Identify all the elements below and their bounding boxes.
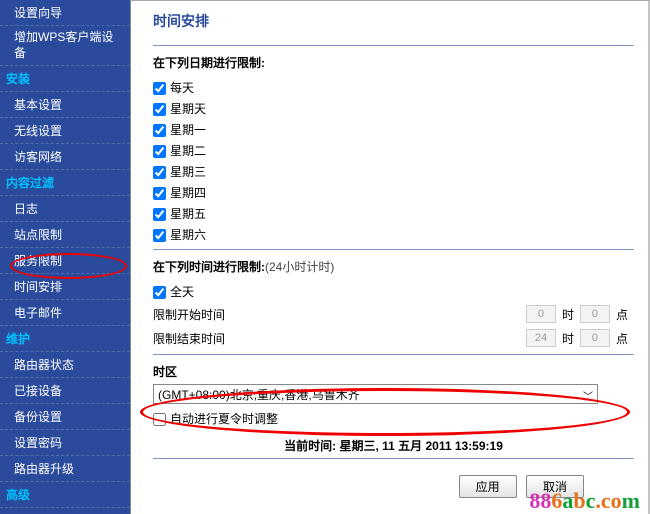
chk-label: 星期五 (170, 207, 206, 221)
chk-label: 星期一 (170, 123, 206, 137)
sidebar-item-schedule[interactable]: 时间安排 (0, 274, 130, 300)
time-section-title: 在下列时间进行限制:(24小时计时) (153, 258, 634, 275)
sidebar-item-wps[interactable]: 增加WPS客户端设备 (0, 26, 130, 66)
hour-suffix: 时 (562, 306, 574, 323)
sidebar-item-attached[interactable]: 已接设备 (0, 378, 130, 404)
chk-label: 星期天 (170, 102, 206, 116)
start-min-input[interactable] (580, 305, 610, 323)
sidebar-item-upgrade[interactable]: 路由器升级 (0, 456, 130, 482)
timezone-select[interactable]: (GMT+08:00)北京,重庆,香港,乌鲁木齐 ﹀ (153, 384, 598, 404)
divider (153, 249, 634, 250)
chk-every-day[interactable] (153, 82, 166, 95)
date-section-title: 在下列日期进行限制: (153, 54, 634, 71)
hour-suffix: 时 (562, 330, 574, 347)
sidebar-section-maint: 维护 (0, 326, 130, 352)
apply-button[interactable]: 应用 (459, 475, 517, 498)
chk-thursday[interactable] (153, 187, 166, 200)
start-time-label: 限制开始时间 (153, 306, 333, 323)
min-suffix: 点 (616, 306, 628, 323)
sidebar-item-block-services[interactable]: 服务限制 (0, 248, 130, 274)
divider (153, 458, 634, 459)
sidebar-item-backup[interactable]: 备份设置 (0, 404, 130, 430)
main-panel: 时间安排 在下列日期进行限制: 每天 星期天 星期一 星期二 星期三 星期四 星… (130, 0, 650, 514)
sidebar-item-block-sites[interactable]: 站点限制 (0, 222, 130, 248)
chk-saturday[interactable] (153, 229, 166, 242)
min-suffix: 点 (616, 330, 628, 347)
current-time-value: 星期三, 11 五月 2011 13:59:19 (339, 439, 502, 453)
sidebar-item-email[interactable]: 电子邮件 (0, 300, 130, 326)
chk-dst[interactable] (153, 413, 166, 426)
timezone-selected: (GMT+08:00)北京,重庆,香港,乌鲁木齐 (158, 388, 360, 402)
start-hour-input[interactable] (526, 305, 556, 323)
chk-label: 星期四 (170, 186, 206, 200)
sidebar-section-install: 安装 (0, 66, 130, 92)
chk-label: 星期二 (170, 144, 206, 158)
sidebar-item-adv-wireless[interactable]: 无线设置 (0, 508, 130, 514)
chk-label: 每天 (170, 81, 194, 95)
tz-title: 时区 (153, 363, 634, 380)
chk-all-day[interactable] (153, 286, 166, 299)
sidebar-section-filter: 内容过滤 (0, 170, 130, 196)
sidebar-item-wizard[interactable]: 设置向导 (0, 0, 130, 26)
chk-monday[interactable] (153, 124, 166, 137)
current-time-label: 当前时间: (284, 439, 336, 453)
chk-sunday[interactable] (153, 103, 166, 116)
chk-label: 星期三 (170, 165, 206, 179)
chk-label: 全天 (170, 285, 194, 299)
chk-wednesday[interactable] (153, 166, 166, 179)
divider (153, 45, 634, 46)
chk-label: 自动进行夏令时调整 (170, 412, 278, 426)
sidebar: 设置向导 增加WPS客户端设备 安装 基本设置 无线设置 访客网络 内容过滤 日… (0, 0, 130, 514)
page-title: 时间安排 (153, 9, 634, 41)
divider (153, 354, 634, 355)
end-min-input[interactable] (580, 329, 610, 347)
sidebar-item-log[interactable]: 日志 (0, 196, 130, 222)
time-note: (24小时计时) (265, 260, 334, 274)
sidebar-section-adv: 高级 (0, 482, 130, 508)
sidebar-item-basic[interactable]: 基本设置 (0, 92, 130, 118)
chk-label: 星期六 (170, 228, 206, 242)
end-time-label: 限制结束时间 (153, 330, 333, 347)
time-title-text: 在下列时间进行限制: (153, 260, 265, 274)
sidebar-item-wireless[interactable]: 无线设置 (0, 118, 130, 144)
chevron-down-icon: ﹀ (583, 388, 593, 403)
sidebar-item-status[interactable]: 路由器状态 (0, 352, 130, 378)
chk-friday[interactable] (153, 208, 166, 221)
sidebar-item-guest[interactable]: 访客网络 (0, 144, 130, 170)
cancel-button[interactable]: 取消 (526, 475, 584, 498)
chk-tuesday[interactable] (153, 145, 166, 158)
sidebar-item-password[interactable]: 设置密码 (0, 430, 130, 456)
end-hour-input[interactable] (526, 329, 556, 347)
